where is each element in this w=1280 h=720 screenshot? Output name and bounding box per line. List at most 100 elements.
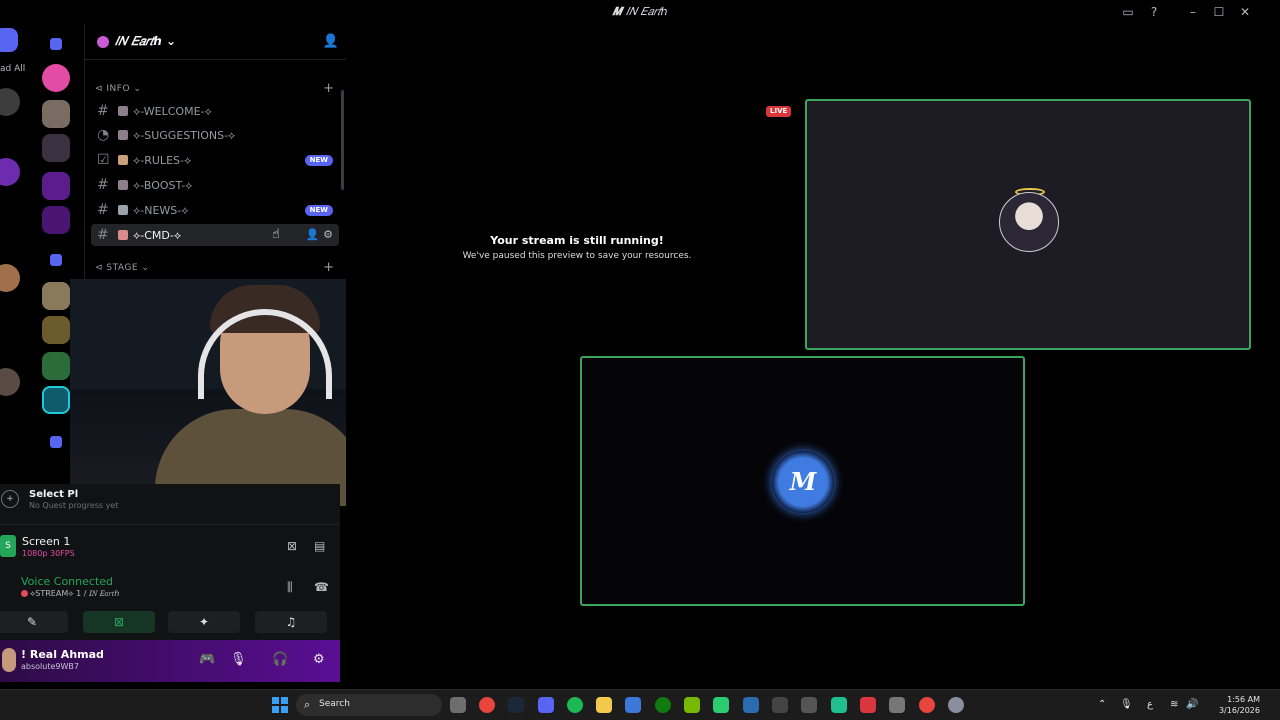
disconnect-icon[interactable]: ☎	[314, 580, 329, 594]
channel-name: ⟡-WELCOME-⟡	[133, 105, 212, 118]
channel-emoji-icon	[118, 180, 128, 190]
maximize-button[interactable]: ☐	[1211, 4, 1227, 20]
settings-icon[interactable]	[948, 697, 964, 713]
rtc-panel: S Screen 1 1080p 30FPS ⊠ ▤ Voice Connect…	[0, 524, 340, 640]
play-icon[interactable]	[713, 697, 729, 713]
activities-button[interactable]: ✦	[168, 611, 240, 633]
folder-icon[interactable]	[50, 38, 62, 50]
add-channel-icon[interactable]: +	[323, 81, 334, 96]
folder-icon[interactable]	[50, 254, 62, 266]
windows-start-icon[interactable]	[272, 697, 288, 713]
app-icon[interactable]	[831, 697, 847, 713]
wps-icon[interactable]	[860, 697, 876, 713]
guild-name-text: 𝐼𝑁 𝐸𝑎𝑟𝑡ℎ	[115, 34, 162, 48]
gear-icon[interactable]: ⚙	[313, 652, 325, 667]
stream-title: Screen 1	[22, 535, 71, 548]
screen-share-button[interactable]: ⊠	[83, 611, 155, 633]
discord-home-icon[interactable]	[0, 28, 18, 52]
screen-share-icon: S	[0, 535, 16, 557]
tray-chevron-icon[interactable]: ⌃	[1098, 699, 1106, 710]
server-icon[interactable]	[42, 316, 70, 344]
clock-time: 1:56 AM	[1227, 695, 1260, 704]
minimize-button[interactable]: –	[1185, 4, 1201, 20]
stop-stream-icon[interactable]: ⊠	[287, 539, 297, 553]
app-icon[interactable]	[772, 697, 788, 713]
chrome-icon[interactable]	[479, 697, 495, 713]
brand-mark-icon: 𝑴	[612, 5, 622, 18]
chrome-icon[interactable]	[919, 697, 935, 713]
stream-settings-icon[interactable]: ▤	[314, 539, 325, 553]
invite-icon[interactable]: 👤	[306, 228, 320, 241]
headphones-icon[interactable]: 🎧	[272, 652, 288, 667]
server-icon[interactable]	[42, 386, 70, 414]
server-icon[interactable]	[42, 172, 70, 200]
rules-icon: ☑	[97, 152, 110, 168]
game-controller-icon[interactable]: 🎮	[199, 652, 215, 667]
server-icon[interactable]	[42, 206, 70, 234]
camera-off-button[interactable]: ✎	[0, 611, 68, 633]
quest-icon: +	[1, 490, 19, 508]
channel-item[interactable]: ☑ ⟡-RULES-⟡ NEW	[91, 149, 339, 171]
soundboard-button[interactable]: ♫	[255, 611, 327, 633]
window-title: 𝑴 𝐼𝑁 𝐸𝑎𝑟𝑡ℎ	[0, 5, 1280, 19]
chevron-down-icon: ⌄	[166, 34, 177, 48]
channel-item[interactable]: ◔ ⟡-SUGGESTIONS-⟡	[91, 124, 339, 146]
clock[interactable]: 1:56 AM 3/16/2026	[1200, 694, 1260, 716]
server-icon[interactable]	[0, 368, 20, 396]
channel-item[interactable]: # ⟡-WELCOME-⟡	[91, 100, 339, 122]
steam-icon[interactable]	[508, 697, 524, 713]
xbox-icon[interactable]	[655, 697, 671, 713]
volume-icon[interactable]: 🔊	[1186, 699, 1198, 710]
guild-header[interactable]: 𝐼𝑁 𝐸𝑎𝑟𝑡ℎ ⌄ 👤	[85, 24, 347, 60]
server-icon[interactable]	[42, 100, 70, 128]
server-icon[interactable]	[0, 264, 20, 292]
participant-tile[interactable]: 𝑴	[580, 356, 1025, 606]
folder-icon[interactable]	[50, 436, 62, 448]
server-icon[interactable]	[0, 158, 20, 186]
store-icon[interactable]	[625, 697, 641, 713]
avatar[interactable]	[2, 648, 16, 672]
channel-emoji-icon	[118, 130, 128, 140]
help-icon[interactable]: ?	[1146, 4, 1162, 20]
scrollbar[interactable]	[341, 90, 344, 190]
guild-icon	[97, 36, 109, 48]
tray-microphone-icon[interactable]: 🎙	[1120, 699, 1133, 710]
add-member-icon[interactable]: 👤	[323, 34, 339, 49]
participant-tile[interactable]	[805, 99, 1251, 350]
gear-icon[interactable]: ⚙	[323, 228, 333, 241]
category-info[interactable]: ⊲ INFO ⌄	[95, 84, 141, 94]
channel-item-selected[interactable]: # ⟡-CMD-⟡ 👤 ⚙	[91, 224, 339, 246]
app-icon[interactable]	[743, 697, 759, 713]
camera-app-icon[interactable]	[450, 697, 466, 713]
taskbar-search[interactable]: ⌕ Search	[296, 694, 442, 716]
discord-icon[interactable]	[538, 697, 554, 713]
server-icon[interactable]	[42, 282, 70, 310]
channel-item[interactable]: # ⟡-NEWS-⟡ NEW	[91, 199, 339, 221]
close-button[interactable]: ✕	[1237, 4, 1253, 20]
category-stage[interactable]: ⊲ STAGE ⌄	[95, 263, 149, 273]
noise-suppression-icon[interactable]: ⫼	[287, 580, 293, 595]
server-icon[interactable]	[42, 352, 70, 380]
channel-name: ⟡-SUGGESTIONS-⟡	[133, 129, 236, 142]
app-icon[interactable]	[889, 697, 905, 713]
channel-name: ⟡-BOOST-⟡	[133, 179, 193, 192]
username[interactable]: ! Real Ahmad	[21, 648, 104, 661]
app-icon[interactable]	[801, 697, 817, 713]
add-channel-icon[interactable]: +	[323, 260, 334, 275]
hand-cursor-icon: ☝	[272, 227, 280, 242]
voice-connected-status[interactable]: Voice Connected	[21, 575, 113, 588]
input-language[interactable]: ع	[1147, 699, 1153, 710]
server-icon[interactable]	[42, 134, 70, 162]
file-explorer-icon[interactable]	[596, 697, 612, 713]
nvidia-icon[interactable]	[684, 697, 700, 713]
spotify-icon[interactable]	[567, 697, 583, 713]
read-all-label[interactable]: ad All	[0, 64, 25, 74]
microphone-icon[interactable]: 🎙	[230, 652, 247, 667]
channel-item[interactable]: # ⟡-BOOST-⟡	[91, 174, 339, 196]
inbox-icon[interactable]: ▭	[1120, 4, 1136, 20]
server-verified-icon[interactable]	[42, 64, 70, 92]
quest-row[interactable]: + Select Pl No Quest progress yet	[0, 484, 340, 524]
wifi-icon[interactable]: ≋	[1170, 699, 1178, 710]
voice-channel-name[interactable]: ⟡STREAM⟡ 1 / 𝐼𝑁 𝐸𝑎𝑟𝑡ℎ	[30, 589, 119, 598]
server-icon[interactable]	[0, 88, 20, 116]
